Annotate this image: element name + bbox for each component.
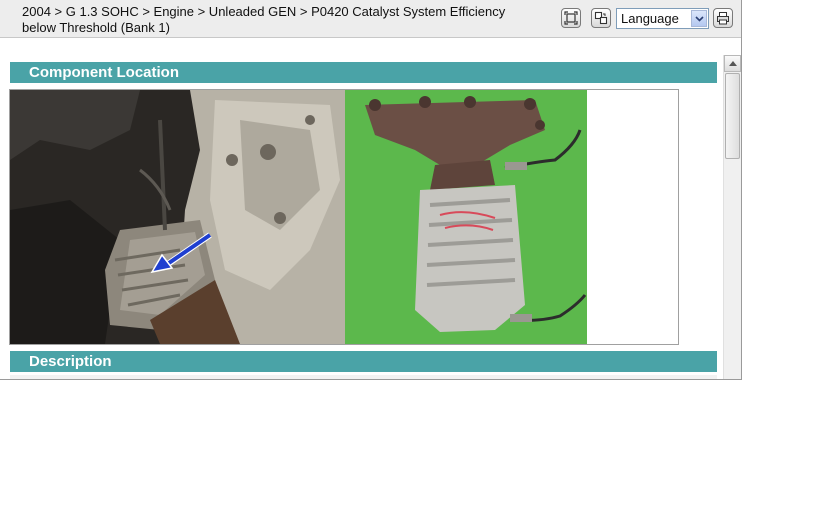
expand-window-button[interactable] bbox=[561, 8, 581, 28]
catalytic-converter-photo bbox=[345, 90, 587, 344]
scroll-up-button[interactable] bbox=[724, 55, 741, 72]
scrollbar-thumb[interactable] bbox=[725, 73, 740, 159]
split-view-icon bbox=[594, 11, 608, 25]
language-dropdown-button[interactable] bbox=[691, 10, 707, 27]
print-button[interactable] bbox=[713, 8, 733, 28]
component-location-image bbox=[9, 89, 679, 345]
section-header-component-location: Component Location bbox=[10, 62, 717, 83]
expand-window-icon bbox=[564, 11, 578, 25]
language-select[interactable]: Language bbox=[616, 8, 709, 29]
split-view-button[interactable] bbox=[591, 8, 611, 28]
toolbar: 2004 > G 1.3 SOHC > Engine > Unleaded GE… bbox=[0, 0, 741, 38]
language-select-value: Language bbox=[621, 11, 679, 26]
breadcrumb: 2004 > G 1.3 SOHC > Engine > Unleaded GE… bbox=[22, 4, 506, 35]
help-viewer-window: 2004 > G 1.3 SOHC > Engine > Unleaded GE… bbox=[0, 0, 742, 380]
description-body bbox=[10, 375, 717, 379]
content-area: Component Location Description bbox=[0, 38, 723, 379]
section-header-description: Description bbox=[10, 351, 717, 372]
engine-bay-photo bbox=[10, 90, 345, 344]
printer-icon bbox=[717, 12, 729, 25]
vertical-scrollbar[interactable] bbox=[723, 55, 741, 379]
chevron-down-icon bbox=[694, 15, 704, 22]
scroll-up-arrow-icon bbox=[728, 61, 737, 66]
